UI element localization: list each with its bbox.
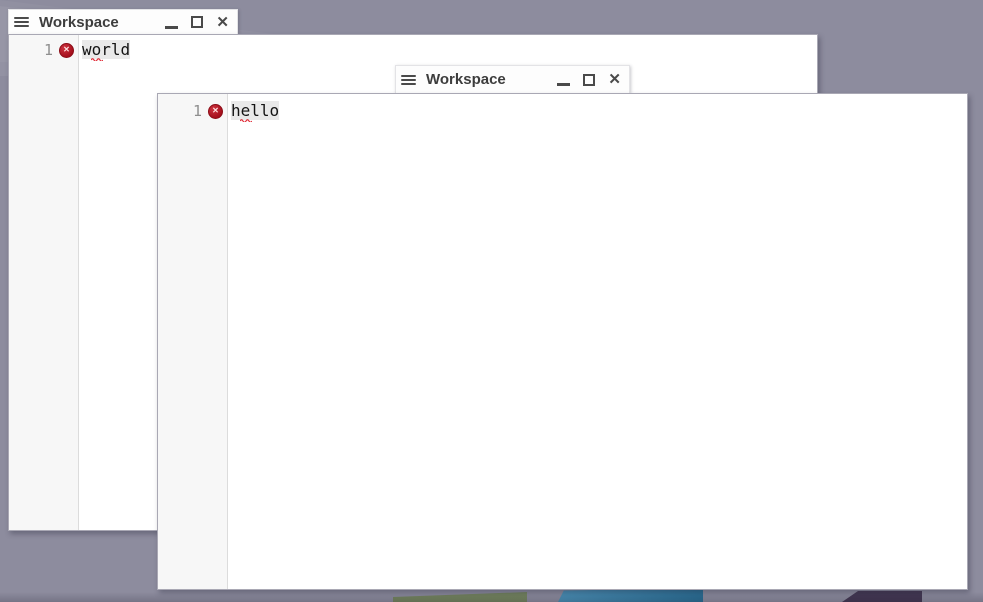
menu-icon[interactable] — [14, 16, 29, 28]
minimize-button[interactable] — [557, 78, 570, 81]
close-icon: ✕ — [216, 15, 229, 30]
minimize-button[interactable] — [165, 21, 178, 24]
close-button[interactable]: ✕ — [216, 15, 229, 30]
code-text: hello — [231, 101, 279, 120]
minimize-icon — [165, 26, 178, 29]
maximize-icon — [583, 74, 595, 86]
window-2-editor: 1 ✕ hello — [157, 93, 968, 590]
close-icon: ✕ — [608, 72, 621, 87]
minimize-icon — [557, 83, 570, 86]
window-2-titlebar[interactable]: Workspace ✕ — [395, 65, 630, 93]
code-line: world — [79, 41, 817, 59]
editor-text-area[interactable]: hello — [228, 94, 967, 589]
error-icon: ✕ — [208, 104, 223, 119]
line-number: 1 — [193, 102, 202, 120]
wallpaper-purple-shape — [842, 591, 922, 602]
error-icon: ✕ — [59, 43, 74, 58]
wallpaper-teal-shape — [558, 588, 703, 602]
wallpaper-green-shape — [393, 592, 527, 602]
code-line: hello — [228, 102, 967, 120]
window-controls: ✕ — [557, 72, 621, 87]
gutter-row: 1 ✕ — [158, 102, 227, 120]
spellcheck-squiggle-icon — [240, 118, 252, 122]
window-1-titlebar[interactable]: Workspace ✕ — [8, 9, 238, 34]
line-number: 1 — [44, 41, 53, 59]
menu-icon[interactable] — [401, 74, 416, 86]
gutter-row: 1 ✕ — [9, 41, 78, 59]
spellcheck-squiggle-icon — [91, 57, 103, 61]
close-button[interactable]: ✕ — [608, 72, 621, 87]
line-number-gutter: 1 ✕ — [158, 94, 228, 589]
window-controls: ✕ — [165, 15, 229, 30]
line-number-gutter: 1 ✕ — [9, 35, 79, 530]
code-text: world — [82, 40, 130, 59]
window-title: Workspace — [39, 14, 119, 31]
maximize-icon — [191, 16, 203, 28]
window-title: Workspace — [426, 71, 506, 88]
maximize-button[interactable] — [191, 16, 203, 28]
maximize-button[interactable] — [583, 74, 595, 86]
